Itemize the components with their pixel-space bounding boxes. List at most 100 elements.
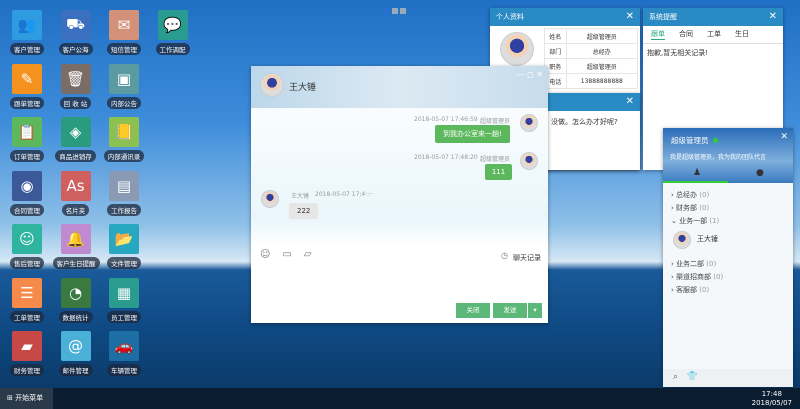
tab-follow[interactable]: 跟单	[651, 29, 665, 40]
tab-contract[interactable]: 合同	[679, 29, 693, 40]
desktop-icon[interactable]: 🔔 客户生日提醒	[52, 224, 100, 269]
desktop-icon[interactable]: @ 邮件管理	[53, 331, 99, 376]
desktop-icon[interactable]: ▤ 工作报告	[101, 170, 147, 216]
avatar	[261, 190, 279, 208]
chat-title: 王大锤	[289, 83, 317, 93]
message-bubble: 到我办公室来一趟!	[435, 125, 510, 143]
app-icon: ◔	[60, 277, 91, 308]
message-window: ✕ 没做。怎么办才好呢?	[545, 93, 640, 170]
window-controls[interactable]: — ◻ ✕	[517, 70, 543, 79]
close-button[interactable]: 关闭	[456, 303, 490, 318]
message-time: 2018-05-07 17:4·:··	[315, 191, 373, 198]
app-icon: ✎	[12, 63, 42, 94]
history-icon[interactable]: ◷	[501, 251, 508, 260]
desktop-icon[interactable]: ☺ 售后管理	[4, 224, 50, 269]
app-icon: @	[60, 331, 91, 361]
app-label: 客户管理	[10, 43, 44, 55]
close-icon[interactable]: ✕	[626, 8, 634, 26]
dept-item[interactable]: › 业务二部 (0)	[663, 258, 793, 271]
app-label: 工作报告	[107, 203, 141, 216]
start-menu-button[interactable]: ⊞ 开始菜单	[0, 388, 53, 409]
contacts-tab-icon[interactable]: ♟	[693, 168, 701, 178]
clock-date: 2018/05/07	[751, 399, 792, 407]
page-indicator[interactable]	[384, 8, 406, 14]
desktop-icon[interactable]: ▰ 财务管理	[4, 331, 50, 376]
app-label: 邮件管理	[58, 364, 93, 376]
member-item[interactable]: 王大锤	[663, 228, 793, 258]
empty-message: 抱歉,暂无相关记录!	[647, 49, 709, 57]
app-label: 车辆管理	[107, 364, 141, 376]
send-button[interactable]: 发送	[493, 303, 527, 318]
message-bubble: 222	[289, 203, 319, 219]
dept-item[interactable]: › 客服部 (0)	[663, 284, 793, 297]
desktop-icon[interactable]: ▣ 内部公告	[101, 63, 147, 109]
close-icon[interactable]: ✕	[769, 8, 777, 26]
app-label: 名片夹	[61, 203, 90, 216]
history-link[interactable]: 聊天记录	[513, 253, 541, 263]
app-icon: 🗑	[60, 63, 91, 94]
taskbar: ⊞ 开始菜单 17:48 2018/05/07	[0, 388, 800, 409]
app-icon: 💬	[157, 10, 188, 40]
close-icon[interactable]: ✕	[626, 93, 634, 111]
app-label: 内部公告	[107, 96, 141, 109]
app-icon: ▦	[109, 277, 139, 308]
app-icon: ☺	[12, 224, 42, 254]
desktop-icon[interactable]: 💬 工作调配	[150, 10, 196, 55]
desktop-icon[interactable]: 📋 订单管理	[4, 117, 50, 162]
dept-item[interactable]: › 财务部 (0)	[663, 202, 793, 215]
app-label: 售后管理	[10, 257, 44, 269]
dept-item[interactable]: › 渠道招商部 (0)	[663, 271, 793, 284]
dept-item[interactable]: › 总经办 (0)	[663, 189, 793, 202]
message-sender: 超级管理员	[480, 156, 511, 163]
tab-birthday[interactable]: 生日	[735, 29, 749, 40]
app-label: 工作调配	[155, 43, 190, 55]
desktop-icon[interactable]: 🚗 车辆管理	[101, 331, 147, 376]
desktop-icon[interactable]: 👥 客户管理	[4, 10, 50, 55]
desktop-icon[interactable]: ✉ 短信管理	[101, 10, 147, 55]
contacts-panel: 超级管理员 ✕ 我是超级管理员，我为我的团队代言 ♟ ● › 总经办 (0) ›…	[663, 128, 793, 387]
chat-window: 王大锤 — ◻ ✕ 2018-05-07 17:46:59 超级管理员 到我办公…	[251, 66, 548, 323]
desktop-icon[interactable]: ◈ 商品进销存	[53, 117, 99, 162]
desktop-icon[interactable]: 📂 文件管理	[101, 224, 147, 269]
desktop-icon[interactable]: ✎ 跟单管理	[4, 63, 50, 109]
dept-item[interactable]: ⌄ 业务一部 (1)	[663, 215, 793, 228]
windows-icon: ⊞	[7, 394, 13, 402]
folder-icon[interactable]: ▱	[304, 249, 312, 260]
groups-tab-icon[interactable]: ●	[756, 168, 764, 178]
avatar	[520, 114, 538, 132]
desktop-icon[interactable]: As 名片夹	[53, 170, 99, 216]
close-icon[interactable]: ✕	[780, 132, 788, 142]
skin-icon[interactable]: 👕	[687, 372, 698, 382]
desktop-icon[interactable]: ◉ 合同管理	[4, 170, 50, 216]
desktop-icon[interactable]: ☰ 工单管理	[4, 277, 50, 323]
message-sender: 超级管理员	[480, 118, 511, 125]
avatar	[673, 231, 691, 249]
tab-workorder[interactable]: 工单	[707, 29, 721, 40]
app-icon: 🚗	[109, 331, 139, 361]
app-label: 回 收 站	[59, 96, 92, 109]
desktop-icon[interactable]: ◔ 数据统计	[53, 277, 99, 323]
app-label: 工单管理	[10, 310, 44, 323]
desktop-icon[interactable]: ⛟ 客户公海	[53, 10, 99, 55]
send-options-button[interactable]: ▾	[528, 303, 542, 318]
app-icon: ⛟	[60, 10, 91, 40]
app-icon: ▰	[12, 331, 42, 361]
message-text: 没做。怎么办才好呢?	[551, 118, 618, 126]
app-label: 合同管理	[10, 203, 44, 216]
clock[interactable]: 17:48 2018/05/07	[752, 390, 792, 408]
app-label: 数据统计	[58, 310, 93, 323]
image-icon[interactable]: ▭	[282, 249, 291, 260]
clock-time: 17:48	[761, 390, 782, 398]
app-icon: As	[60, 170, 91, 201]
chat-header: 王大锤 — ◻ ✕	[251, 66, 548, 108]
contact-avatar	[260, 73, 284, 97]
message-input[interactable]	[251, 266, 548, 300]
desktop-icon[interactable]: 📒 内部通讯录	[101, 117, 147, 162]
search-icon[interactable]: ⌕	[673, 372, 678, 382]
message-time: 2018-05-07 17:48:20	[414, 154, 478, 161]
desktop-icon[interactable]: 🗑 回 收 站	[53, 63, 99, 109]
emoji-icon[interactable]: ☺	[260, 249, 270, 260]
app-label: 客户公海	[58, 43, 93, 55]
app-label: 财务管理	[10, 364, 44, 376]
desktop-icon[interactable]: ▦ 员工管理	[101, 277, 147, 323]
